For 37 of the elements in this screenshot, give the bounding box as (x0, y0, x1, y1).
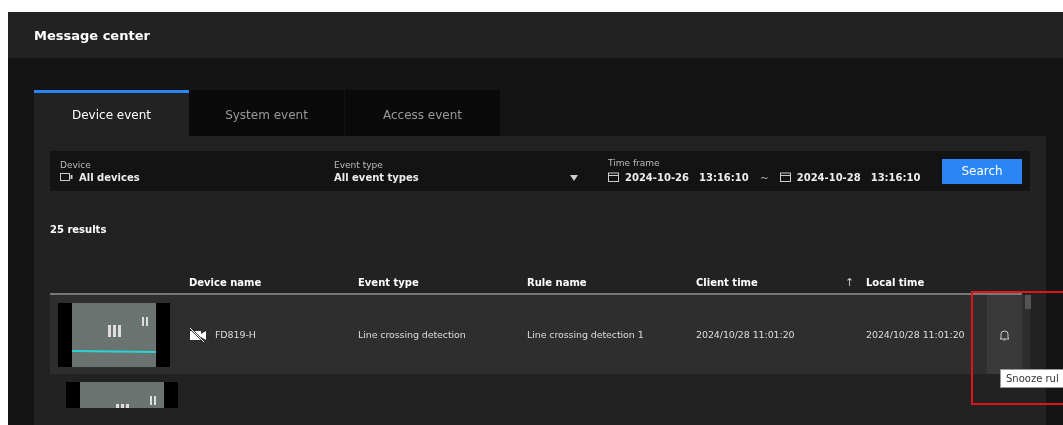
filter-label: Device (60, 159, 92, 170)
table-cell-text: 2024/10/28 11:01:20 (866, 329, 966, 340)
column-header[interactable]: Client time (696, 277, 845, 288)
filter-label: Event type (334, 159, 384, 170)
table-cell-text: Line crossing detection 1 (527, 329, 645, 340)
start-time[interactable]: 13:16:10 (698, 171, 749, 183)
scrollbar-thumb[interactable] (1025, 295, 1031, 309)
table-cell: FD819-H (215, 329, 256, 340)
search-button[interactable]: Search (942, 158, 1022, 184)
snooze-button[interactable] (987, 295, 1022, 374)
dropdown-caret-icon[interactable] (570, 175, 578, 181)
event-type-dropdown[interactable]: All event types (334, 171, 570, 183)
results-count: 25 results (50, 224, 108, 235)
column-header[interactable]: Event type (358, 277, 527, 288)
column-header[interactable]: Local time (866, 277, 987, 288)
camera-off-icon (189, 327, 207, 342)
end-time[interactable]: 13:16:10 (870, 171, 921, 183)
bell-icon[interactable] (999, 328, 1010, 341)
tab[interactable]: System event (189, 90, 344, 136)
tab[interactable]: Access event (345, 90, 500, 136)
tooltip: Snooze rul (1000, 369, 1063, 388)
device-dropdown[interactable]: All devices (79, 171, 140, 183)
calendar-icon (608, 172, 619, 182)
table-cell-text: Line crossing detection (358, 329, 467, 340)
table-cell-text: 2024/10/28 11:01:20 (696, 329, 796, 340)
filter-label: Time frame (608, 157, 661, 168)
page-title: Message center (34, 27, 150, 43)
camera-icon (60, 173, 73, 181)
range-separator: ～ (758, 169, 770, 185)
table-row[interactable]: FD819-H Line crossing detection Line crossing detection 1 2024/10/28 11:01:20 2024/10/28 11:01:20 (50, 295, 1030, 374)
column-header[interactable]: Device name (189, 277, 358, 288)
calendar-icon (779, 172, 791, 182)
column-header[interactable]: Rule name (527, 277, 696, 288)
tab[interactable]: Device event (34, 90, 189, 136)
sort-arrow[interactable]: ↑ (845, 277, 866, 289)
end-date[interactable]: 2024-10-28 (796, 171, 861, 183)
start-date[interactable]: 2024-10-26 (625, 171, 689, 183)
